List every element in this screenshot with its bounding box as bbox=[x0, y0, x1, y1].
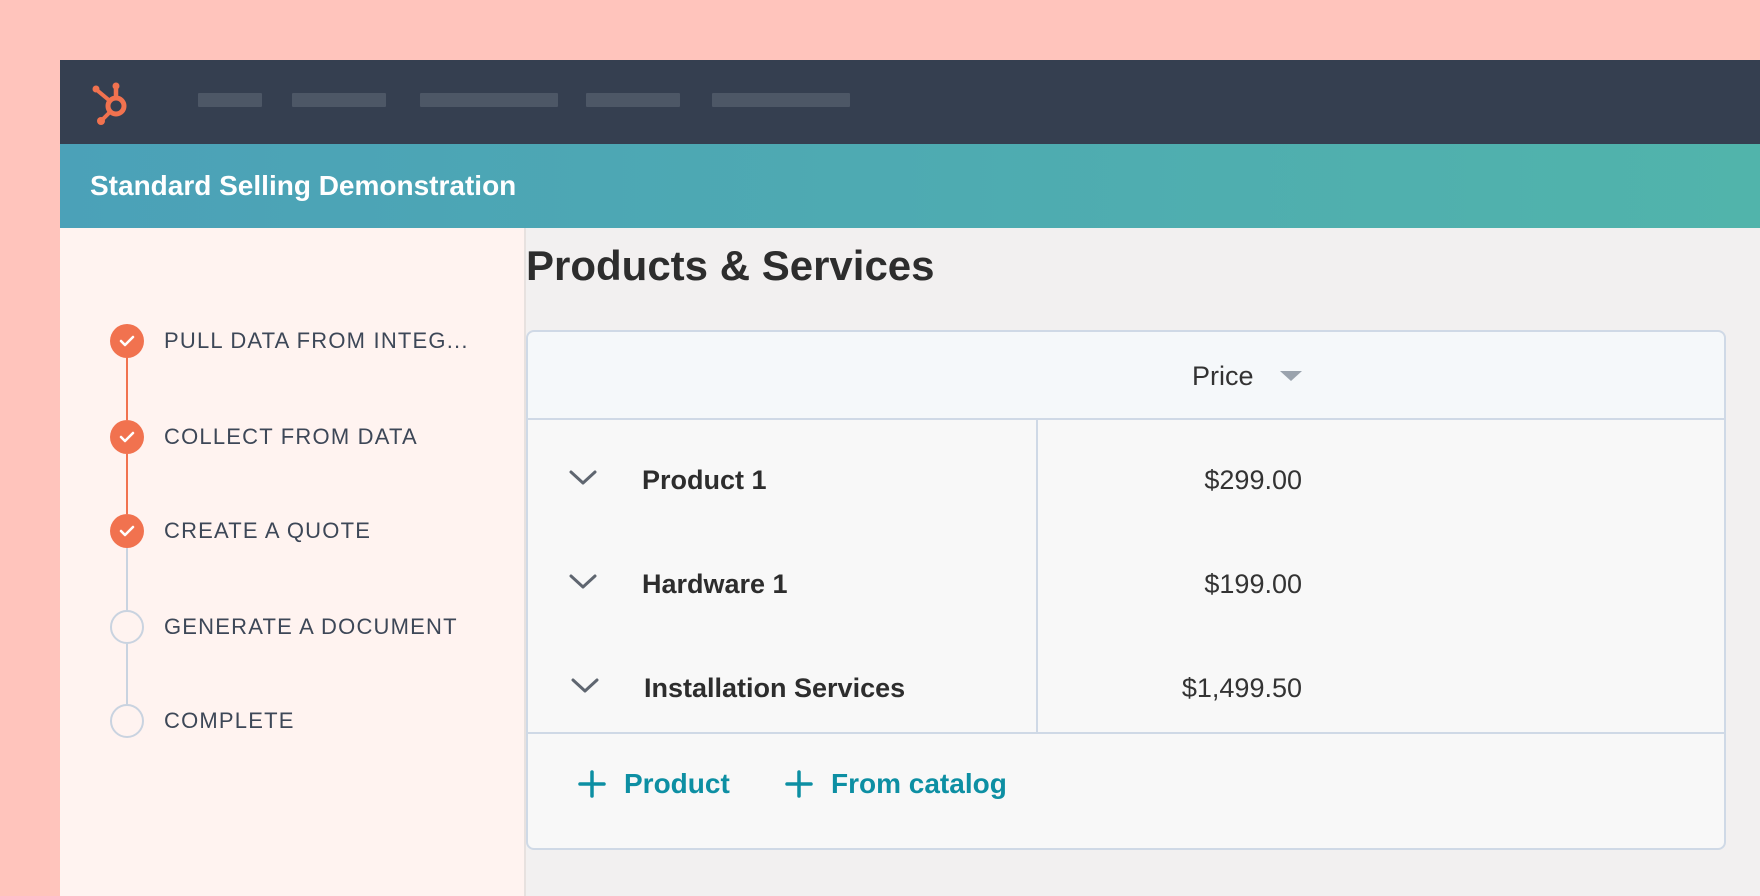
step-label: COMPLETE bbox=[164, 708, 295, 733]
nav-item-placeholder[interactable] bbox=[198, 93, 262, 107]
table-row: Hardware 1 $199.00 bbox=[528, 554, 1724, 614]
nav-item-placeholder[interactable] bbox=[586, 93, 680, 107]
line-item-price: $1,499.50 bbox=[1181, 673, 1302, 703]
demo-banner: Standard Selling Demonstration bbox=[60, 144, 1760, 228]
step-connector bbox=[126, 644, 128, 704]
nav-item-placeholder[interactable] bbox=[712, 93, 850, 107]
empty-circle-icon bbox=[110, 704, 144, 738]
table-header: Price bbox=[528, 332, 1724, 420]
line-items-table: Price Product 1 $299.00 Hardware 1 $199.… bbox=[526, 330, 1726, 850]
check-icon bbox=[110, 324, 144, 358]
sort-caret-icon[interactable] bbox=[1280, 371, 1302, 381]
table-row: Installation Services $1,499.50 bbox=[528, 658, 1724, 718]
step-label: COLLECT FROM DATA bbox=[164, 424, 418, 449]
step-connector bbox=[126, 358, 128, 420]
page-title: Products & Services bbox=[526, 242, 935, 289]
empty-circle-icon bbox=[110, 610, 144, 644]
add-from-catalog-button[interactable]: From catalog bbox=[785, 764, 1007, 804]
step-connector bbox=[126, 454, 128, 514]
add-product-button[interactable]: Product bbox=[578, 764, 730, 804]
line-item-price: $199.00 bbox=[1204, 569, 1302, 599]
step-label: CREATE A QUOTE bbox=[164, 518, 372, 543]
step-complete[interactable]: COMPLETE bbox=[110, 704, 510, 738]
hubspot-sprocket-icon[interactable] bbox=[86, 76, 138, 128]
plus-icon bbox=[785, 770, 813, 798]
step-generate-document[interactable]: GENERATE A DOCUMENT bbox=[110, 610, 510, 644]
banner-title: Standard Selling Demonstration bbox=[90, 170, 517, 201]
progress-sidebar: PULL DATA FROM INTEG... COLLECT FROM DAT… bbox=[60, 228, 526, 896]
line-item-price: $299.00 bbox=[1204, 465, 1302, 495]
check-icon bbox=[110, 514, 144, 548]
nav-item-placeholder[interactable] bbox=[420, 93, 558, 107]
step-pull-data[interactable]: PULL DATA FROM INTEG... bbox=[110, 324, 510, 358]
top-navigation bbox=[60, 60, 1760, 144]
price-column-header[interactable]: Price bbox=[1192, 332, 1254, 420]
table-footer-divider bbox=[528, 732, 1724, 734]
step-create-quote[interactable]: CREATE A QUOTE bbox=[110, 514, 510, 548]
add-product-label: Product bbox=[624, 768, 730, 799]
plus-icon bbox=[578, 770, 606, 798]
step-connector bbox=[126, 548, 128, 610]
step-label: GENERATE A DOCUMENT bbox=[164, 614, 458, 639]
step-collect-data[interactable]: COLLECT FROM DATA bbox=[110, 420, 510, 454]
table-row: Product 1 $299.00 bbox=[528, 450, 1724, 510]
step-label: PULL DATA FROM INTEG... bbox=[164, 328, 469, 353]
add-from-catalog-label: From catalog bbox=[831, 768, 1007, 799]
nav-item-placeholder[interactable] bbox=[292, 93, 386, 107]
check-icon bbox=[110, 420, 144, 454]
